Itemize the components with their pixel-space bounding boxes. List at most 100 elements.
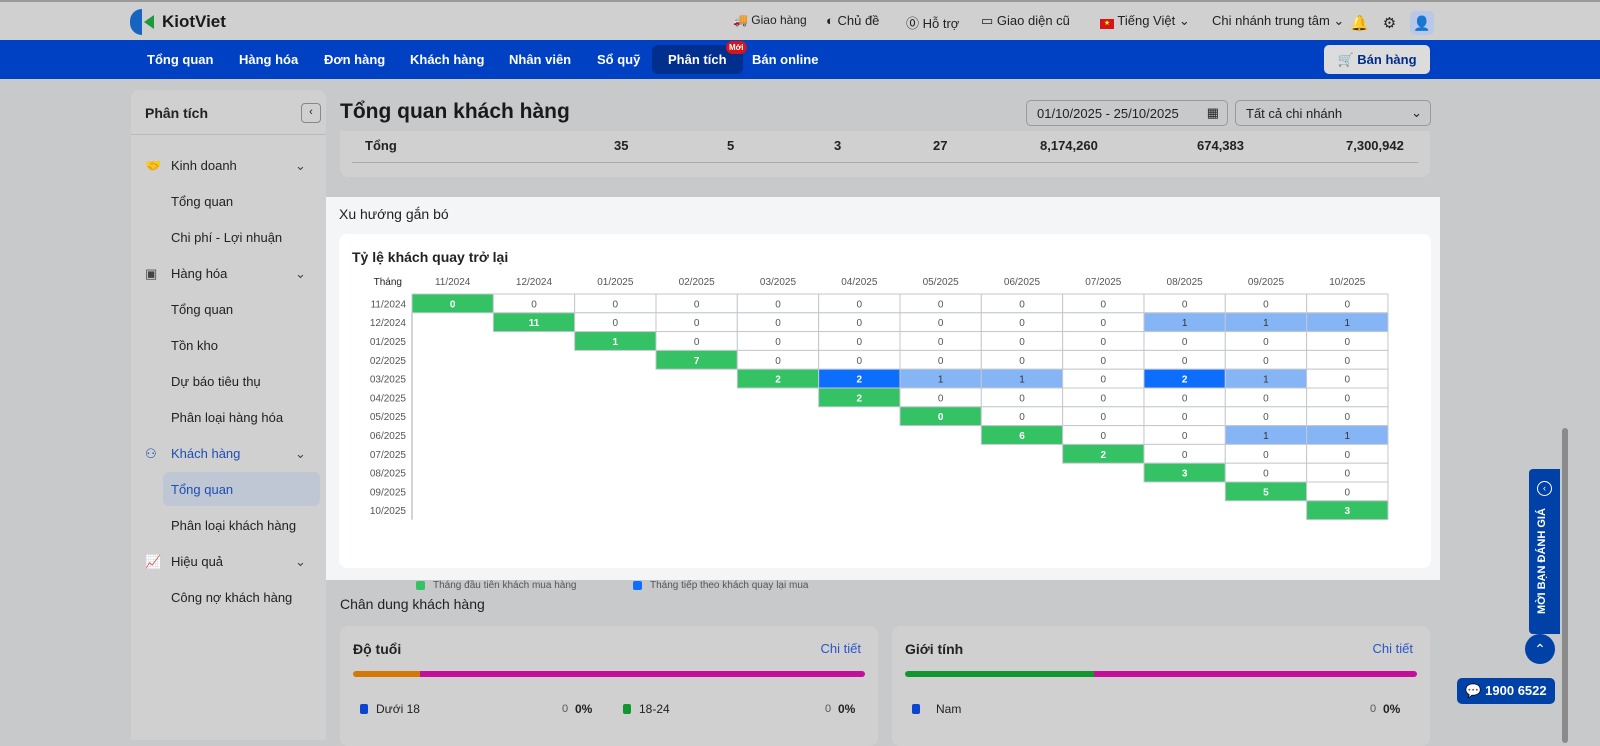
box-icon: ▣ xyxy=(145,266,158,281)
kiotviet-logo[interactable]: KiotViet xyxy=(130,9,226,35)
sidebar-group-products[interactable]: ▣ Hàng hóa ⌄ xyxy=(145,266,306,282)
divider xyxy=(352,162,1418,163)
collapse-sidebar-button[interactable]: ‹ xyxy=(301,103,321,123)
gear-icon[interactable]: ⚙ xyxy=(1383,14,1396,32)
date-range-picker[interactable]: 01/10/2025 - 25/10/2025 ▦ xyxy=(1026,100,1228,126)
theme-link[interactable]: ◐ Chủ đề xyxy=(826,13,879,28)
cell-value: 0 xyxy=(1263,393,1269,404)
bell-icon[interactable]: 🔔 xyxy=(1350,14,1369,32)
chevron-down-icon: ⌄ xyxy=(295,266,306,281)
avatar[interactable]: 👤 xyxy=(1410,11,1435,35)
cell-value: 0 xyxy=(938,318,944,329)
hotline-button[interactable]: 💬 1900 6522 xyxy=(1457,678,1555,704)
branch-select-top[interactable]: Chi nhánh trung tâm ⌄ xyxy=(1212,13,1344,29)
sidebar-title: Phân tích xyxy=(145,105,209,121)
card-title: Giới tính xyxy=(905,641,964,657)
cell-value: 2 xyxy=(857,375,863,386)
cell-value: 0 xyxy=(1263,356,1269,367)
sell-button[interactable]: 🛒 Bán hàng xyxy=(1324,45,1430,74)
group-label: Kinh doanh xyxy=(171,158,237,173)
cell-value: 0 xyxy=(1101,412,1107,423)
detail-link[interactable]: Chi tiết xyxy=(1373,641,1413,656)
legend-label: 18-24 xyxy=(639,702,670,716)
nav-orders[interactable]: Đơn hàng xyxy=(324,40,385,79)
column-label: 10/2025 xyxy=(1329,277,1366,288)
chevron-down-icon: ⌄ xyxy=(1178,13,1190,28)
top-bar: KiotViet 🚚 Giao hàng ◐ Chủ đề ⓪ Hỗ trợ ▭… xyxy=(0,0,1600,40)
cell-value: 0 xyxy=(938,356,944,367)
cell-value: 0 xyxy=(1345,299,1351,310)
old-ui-link[interactable]: ▭ Giao diện cũ xyxy=(981,13,1070,29)
nav-products[interactable]: Hàng hóa xyxy=(239,40,298,79)
nav-overview[interactable]: Tổng quan xyxy=(147,40,213,79)
scrollbar[interactable] xyxy=(1562,80,1570,743)
delivery-label: Giao hàng xyxy=(751,13,807,27)
scrollbar-thumb[interactable] xyxy=(1562,428,1568,743)
cart-icon: 🛒 xyxy=(1337,52,1354,67)
bar-segment xyxy=(905,671,1095,677)
cell-value: 0 xyxy=(1019,356,1025,367)
sidebar-item-customer-class[interactable]: Phân loại khách hàng xyxy=(171,518,296,533)
column-label: 05/2025 xyxy=(923,277,960,288)
group-label: Hàng hóa xyxy=(171,266,228,281)
feedback-tab[interactable]: ‹ MỜI BẠN ĐÁNH GIÁ xyxy=(1529,469,1560,634)
cell-value: 0 xyxy=(1019,412,1025,423)
column-label: 02/2025 xyxy=(679,277,716,288)
detail-link[interactable]: Chi tiết xyxy=(821,641,861,656)
legend-item: Nam 0 0% xyxy=(912,702,1400,716)
cell-value: 0 xyxy=(857,318,863,329)
sidebar-item-product-class[interactable]: Phân loại hàng hóa xyxy=(171,410,283,425)
brand-name: KiotViet xyxy=(162,12,226,31)
branch-value: Tất cả chi nhánh xyxy=(1246,106,1343,121)
sidebar-item-products-overview[interactable]: Tổng quan xyxy=(171,302,233,317)
cell-value: 0 xyxy=(1019,318,1025,329)
corner-label: Tháng xyxy=(374,277,402,288)
sidebar-group-business[interactable]: 🤝 Kinh doanh ⌄ xyxy=(145,158,306,174)
sidebar-item-customers-overview[interactable]: Tổng quan xyxy=(171,482,233,497)
branch-select[interactable]: Tất cả chi nhánh ⌄ xyxy=(1235,100,1431,126)
legend-label: Tháng đầu tiên khách mua hàng xyxy=(433,580,577,591)
cell-value: 6 xyxy=(1019,431,1025,442)
cell-value: 2 xyxy=(1182,375,1188,386)
sidebar-item-stock[interactable]: Tồn kho xyxy=(171,338,218,353)
language-label: Tiếng Việt xyxy=(1117,13,1176,28)
bar-segment xyxy=(419,671,865,677)
legend-return: Tháng tiếp theo khách quay lại mua xyxy=(633,580,808,591)
nav-customers[interactable]: Khách hàng xyxy=(410,40,484,79)
cell-value: 0 xyxy=(450,299,456,310)
count: 0 xyxy=(1370,703,1377,715)
sidebar-item-cost-profit[interactable]: Chi phí - Lợi nhuận xyxy=(171,230,282,245)
cell-value: 1 xyxy=(1263,375,1269,386)
scroll-top-button[interactable]: ⌃ xyxy=(1525,634,1555,664)
column-label: 06/2025 xyxy=(1004,277,1041,288)
cell-value: 0 xyxy=(1263,337,1269,348)
nav-analytics[interactable]: Phân tích Mới xyxy=(652,41,747,74)
chevron-down-icon: ⌄ xyxy=(295,554,306,569)
sidebar-group-efficiency[interactable]: 📈 Hiệu quả ⌄ xyxy=(145,554,306,570)
gender-card: Giới tính Chi tiết Nam 0 0% xyxy=(892,626,1430,746)
nav-online[interactable]: Bán online xyxy=(752,40,818,79)
chevron-down-icon: ⌄ xyxy=(295,446,306,461)
nav-staff[interactable]: Nhân viên xyxy=(509,40,571,79)
hotline-number: 1900 6522 xyxy=(1485,683,1547,698)
support-link[interactable]: ⓪ Hỗ trợ xyxy=(906,13,959,32)
row-label: 03/2025 xyxy=(370,375,407,386)
cell-value: 0 xyxy=(1345,469,1351,480)
percent: 0% xyxy=(838,702,856,716)
sidebar-item-business-overview[interactable]: Tổng quan xyxy=(171,194,233,209)
cell-value: 0 xyxy=(694,337,700,348)
sidebar-group-customers[interactable]: ⚇ Khách hàng ⌄ xyxy=(145,446,306,462)
delivery-link[interactable]: 🚚 Giao hàng xyxy=(733,13,807,27)
retention-section: Xu hướng gắn bó Tỷ lệ khách quay trở lại… xyxy=(326,197,1440,591)
nav-cashbook[interactable]: Sổ quỹ xyxy=(597,40,640,79)
logo-icon xyxy=(130,9,156,35)
chat-icon: ⓪ xyxy=(906,16,920,31)
sidebar-item-forecast[interactable]: Dự báo tiêu thụ xyxy=(171,374,261,389)
row-label: 05/2025 xyxy=(370,412,407,423)
language-select[interactable]: ★ Tiếng Việt ⌄ xyxy=(1100,13,1190,29)
sidebar-item-debt[interactable]: Công nợ khách hàng xyxy=(171,590,292,605)
cell-value: 0 xyxy=(775,318,781,329)
cell-value: 0 xyxy=(775,299,781,310)
totals-row: Tổng 35 5 3 27 8,174,260 674,383 7,300,9… xyxy=(340,131,1430,177)
cell-value: 3 xyxy=(1345,506,1351,517)
